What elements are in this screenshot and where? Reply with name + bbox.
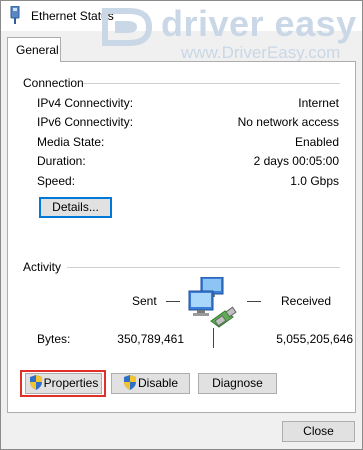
received-line	[247, 301, 261, 302]
close-button[interactable]: Close	[282, 421, 355, 442]
connection-divider	[83, 83, 340, 84]
properties-highlight-box	[20, 370, 106, 397]
driver-easy-logo	[102, 8, 153, 46]
received-label: Received	[281, 294, 332, 308]
ipv4-label: IPv4 Connectivity:	[37, 96, 134, 110]
diagnose-button[interactable]: Diagnose	[198, 373, 277, 394]
general-tab-panel	[7, 61, 356, 413]
driver-easy-watermark: driver easy www.DriverEasy.com	[99, 3, 359, 69]
ipv6-label: IPv6 Connectivity:	[37, 115, 134, 129]
tab-general-label: General	[16, 43, 59, 57]
watermark-brand: driver easy	[161, 3, 357, 44]
network-computers-icon	[188, 277, 237, 328]
sent-line	[166, 301, 180, 302]
activity-divider	[67, 267, 340, 268]
disable-label: Disable	[137, 376, 179, 390]
watermark-url: www.DriverEasy.com	[181, 43, 341, 62]
sent-label: Sent	[132, 294, 157, 308]
disable-button[interactable]: Disable	[111, 373, 190, 394]
bytes-received-value: 5,055,205,646	[276, 332, 353, 346]
connection-heading: Connection	[23, 76, 84, 90]
speed-label: Speed:	[37, 174, 76, 188]
activity-heading: Activity	[23, 260, 62, 274]
ipv4-value: Internet	[298, 96, 339, 110]
tab-general[interactable]: General	[7, 37, 61, 62]
media-state-label: Media State:	[37, 135, 105, 149]
duration-value: 2 days 00:05:00	[253, 154, 339, 168]
ethernet-adapter-icon	[10, 6, 20, 24]
bytes-sent-value: 350,789,461	[117, 332, 184, 346]
media-state-value: Enabled	[294, 135, 339, 149]
bytes-label: Bytes:	[37, 332, 71, 346]
speed-value: 1.0 Gbps	[290, 174, 339, 188]
details-button[interactable]: Details...	[39, 197, 112, 218]
duration-label: Duration:	[37, 154, 86, 168]
ipv6-value: No network access	[237, 115, 339, 129]
uac-shield-icon	[123, 375, 136, 390]
ethernet-status-window: Ethernet Status driver easy www.DriverEa…	[0, 0, 363, 450]
bytes-divider	[213, 328, 214, 348]
